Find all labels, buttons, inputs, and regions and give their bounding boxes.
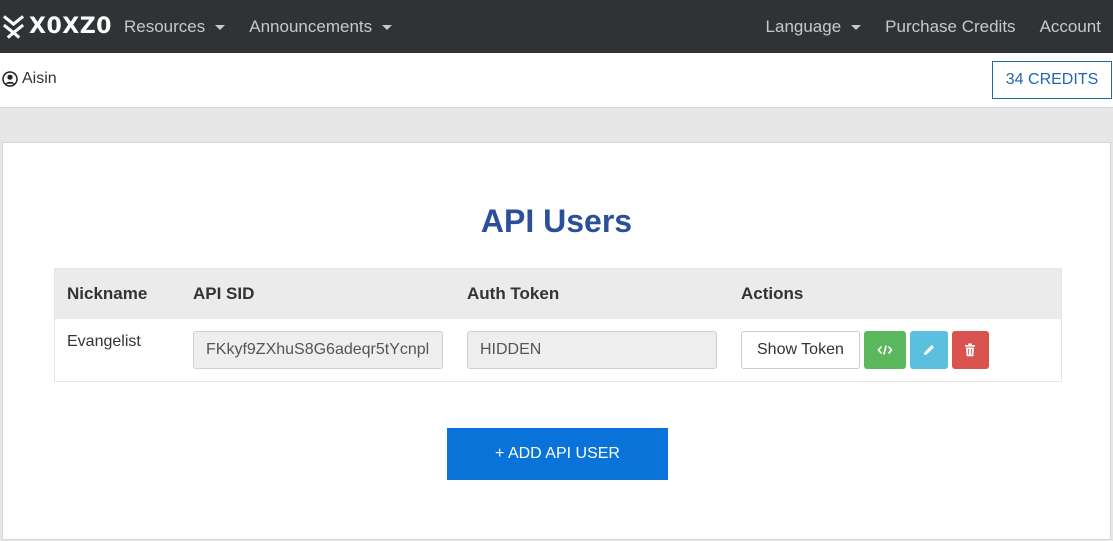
user-name: Aisin [22,70,57,87]
trash-icon [965,343,976,357]
delete-button[interactable] [951,331,989,369]
page-title: API Users [480,203,633,239]
top-navbar: X0XZ0 Resources Announcements Language P… [0,0,1113,53]
table-row: Evangelist FKkyf9ZXhuS8G6adeqr5tYcnpl HI… [55,319,1061,381]
nav-announcements[interactable]: Announcements [237,0,404,53]
nav-language-label: Language [765,16,842,36]
nav-resources-label: Resources [124,16,206,36]
current-user[interactable]: Aisin [2,70,57,88]
api-users-table: Nickname API SID Auth Token Actions Evan… [54,268,1062,382]
show-token-button[interactable]: Show Token [741,331,860,369]
xoxzo-logo-icon [2,14,25,39]
nav-language[interactable]: Language [754,0,874,53]
nav-right-group: Language Purchase Credits Account [754,0,1113,53]
edit-button[interactable] [909,331,948,369]
user-circle-icon [2,71,18,87]
caret-down-icon [851,25,862,30]
cell-auth-token: HIDDEN [455,331,729,369]
cell-api-sid: FKkyf9ZXhuS8G6adeqr5tYcnpl [181,331,455,369]
nav-resources[interactable]: Resources [112,0,237,53]
user-bar: Aisin 34 CREDITS [0,53,1113,108]
pencil-icon [923,345,934,355]
caret-down-icon [215,25,226,30]
nav-purchase-credits[interactable]: Purchase Credits [873,0,1027,53]
nav-account-label: Account [1039,16,1101,36]
nav-purchase-credits-label: Purchase Credits [885,16,1016,36]
table-header: Nickname API SID Auth Token Actions [55,269,1061,319]
auth-token-field[interactable]: HIDDEN [467,331,717,369]
add-api-user-button[interactable]: + ADD API USER [447,428,668,480]
code-button[interactable] [863,331,906,369]
nav-announcements-label: Announcements [249,16,373,36]
cell-nickname: Evangelist [67,333,141,350]
header-nickname: Nickname [67,284,148,303]
credits-button[interactable]: 34 CREDITS [992,61,1112,99]
api-users-panel: API Users Nickname API SID Auth Token Ac… [2,142,1111,540]
brand-name: X0XZ0 [29,14,112,39]
header-actions: Actions [741,284,804,303]
code-icon [877,345,893,355]
api-sid-field[interactable]: FKkyf9ZXhuS8G6adeqr5tYcnpl [193,331,443,369]
header-api-sid: API SID [193,284,255,303]
cell-actions: Show Token [729,331,1061,369]
nav-account[interactable]: Account [1028,0,1113,53]
brand-logo[interactable]: X0XZ0 [0,0,112,53]
header-auth-token: Auth Token [467,284,560,303]
caret-down-icon [382,25,393,30]
